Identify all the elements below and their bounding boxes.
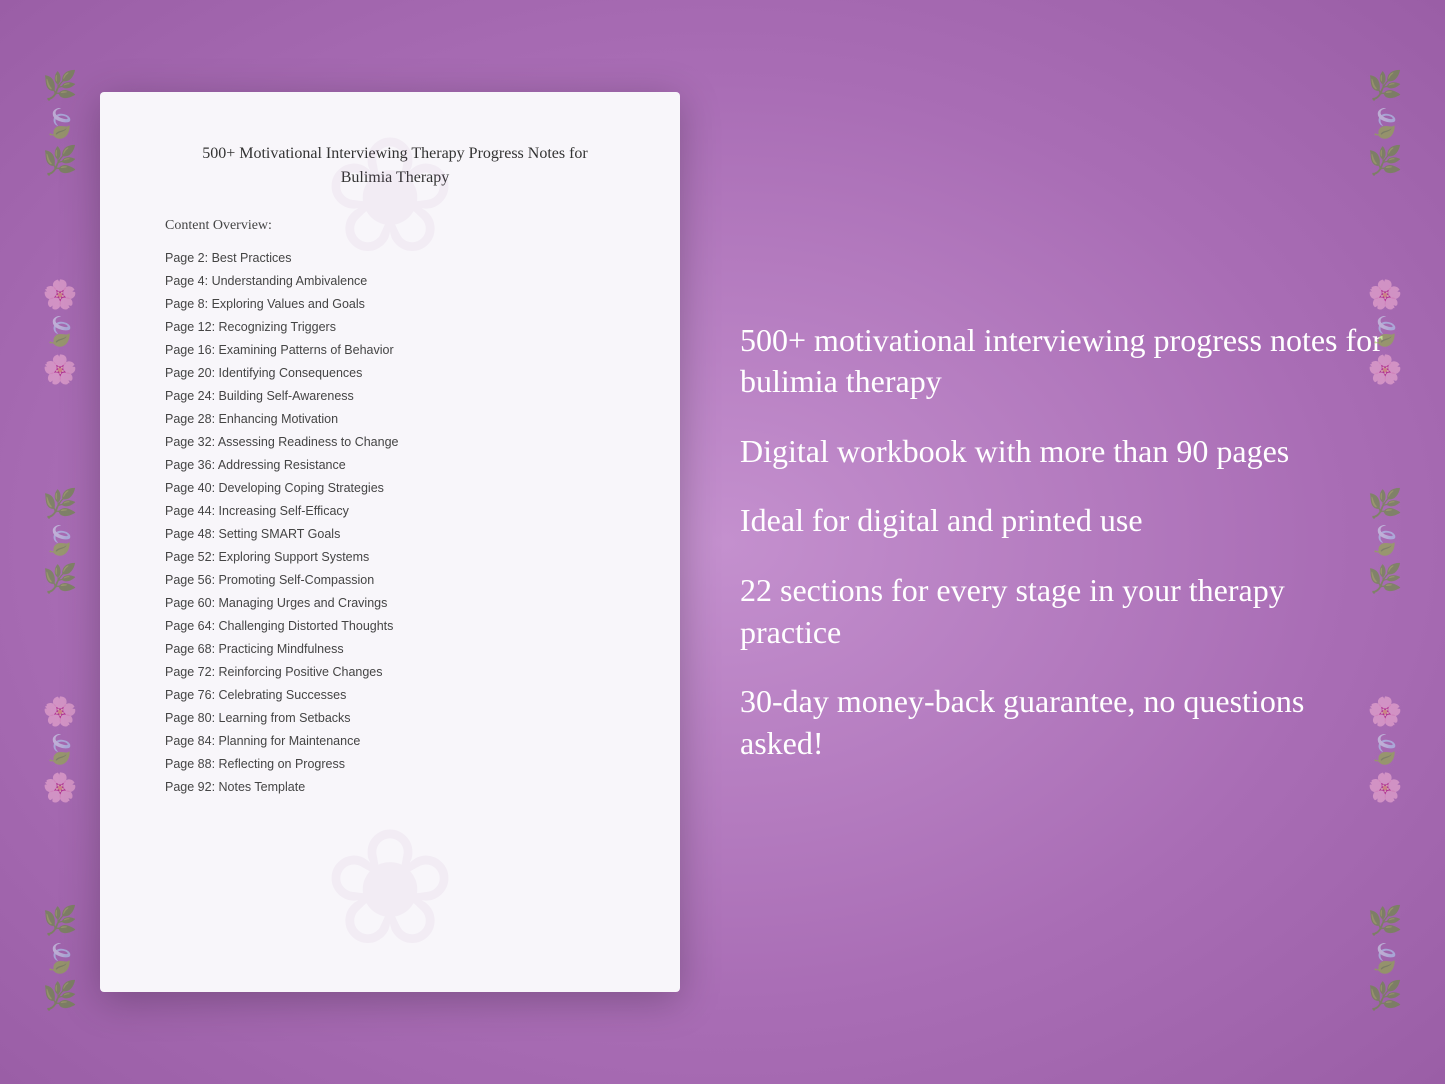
table-of-contents: Page 2: Best Practices Page 4: Understand… (165, 248, 625, 797)
feature-text-3: Ideal for digital and printed use (740, 500, 1385, 542)
content-overview-label: Content Overview: (165, 218, 625, 234)
watermark-bottom: ❀ (100, 794, 680, 992)
toc-item: Page 64: Challenging Distorted Thoughts (165, 616, 625, 636)
toc-item: Page 56: Promoting Self-Compassion (165, 570, 625, 590)
feature-text-4: 22 sections for every stage in your ther… (740, 570, 1385, 653)
toc-item: Page 32: Assessing Readiness to Change (165, 432, 625, 452)
toc-item: Page 48: Setting SMART Goals (165, 524, 625, 544)
feature-text-2: Digital workbook with more than 90 pages (740, 431, 1385, 473)
floral-border-right: 🌿 🍃 🌿 🌸 🍃 🌸 🌿 🍃 🌿 🌸 🍃 🌸 🌿 🍃 🌿 (1325, 0, 1445, 1084)
toc-item: Page 84: Planning for Maintenance (165, 731, 625, 751)
toc-item: Page 68: Practicing Mindfulness (165, 639, 625, 659)
toc-item: Page 36: Addressing Resistance (165, 455, 625, 475)
document-title: 500+ Motivational Interviewing Therapy P… (165, 142, 625, 190)
feature-text-5: 30-day money-back guarantee, no question… (740, 681, 1385, 764)
document-card: ❀ ❀ 500+ Motivational Interviewing Thera… (100, 92, 680, 992)
toc-item: Page 20: Identifying Consequences (165, 363, 625, 383)
toc-item: Page 60: Managing Urges and Cravings (165, 593, 625, 613)
toc-item: Page 28: Enhancing Motivation (165, 409, 625, 429)
toc-item: Page 40: Developing Coping Strategies (165, 478, 625, 498)
toc-item: Page 2: Best Practices (165, 248, 625, 268)
toc-item: Page 80: Learning from Setbacks (165, 708, 625, 728)
toc-item: Page 72: Reinforcing Positive Changes (165, 662, 625, 682)
toc-item: Page 8: Exploring Values and Goals (165, 294, 625, 314)
toc-item: Page 44: Increasing Self-Efficacy (165, 501, 625, 521)
toc-item: Page 88: Reflecting on Progress (165, 754, 625, 774)
feature-text-1: 500+ motivational interviewing progress … (740, 320, 1385, 403)
toc-item: Page 24: Building Self-Awareness (165, 386, 625, 406)
toc-item: Page 52: Exploring Support Systems (165, 547, 625, 567)
toc-item: Page 16: Examining Patterns of Behavior (165, 340, 625, 360)
toc-item: Page 92: Notes Template (165, 777, 625, 797)
toc-item: Page 76: Celebrating Successes (165, 685, 625, 705)
toc-item: Page 12: Recognizing Triggers (165, 317, 625, 337)
toc-item: Page 4: Understanding Ambivalence (165, 271, 625, 291)
